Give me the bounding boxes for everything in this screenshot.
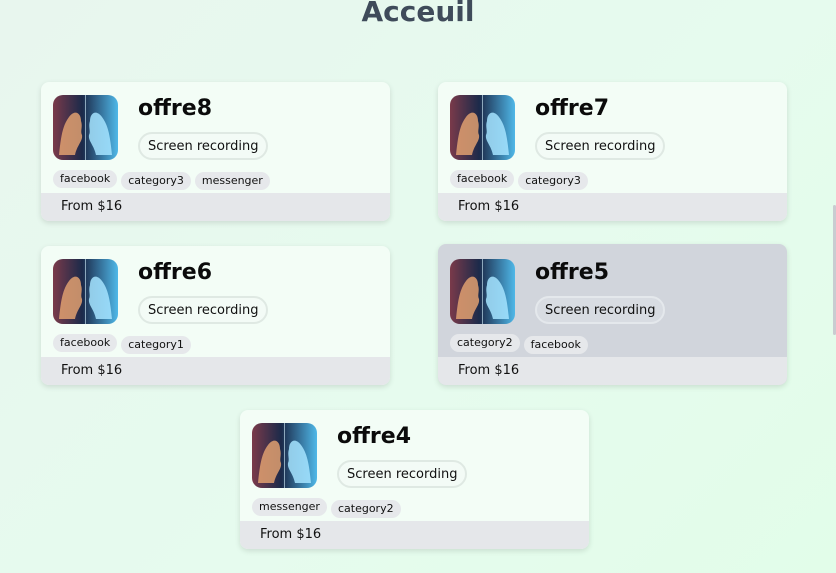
offer-title[interactable]: offre8 (138, 94, 212, 124)
tag[interactable]: facebook (53, 334, 118, 352)
tag-list: facebook category3 messenger (53, 170, 270, 190)
screen-recording-button[interactable]: Screen recording (535, 132, 666, 160)
offer-price: From $16 (240, 521, 589, 549)
faces-artwork-icon (53, 259, 118, 324)
offer-image[interactable] (53, 95, 118, 160)
tag[interactable]: category3 (121, 172, 191, 190)
screen-recording-button[interactable]: Screen recording (337, 460, 468, 488)
screen-recording-button[interactable]: Screen recording (138, 132, 269, 160)
offer-card-offre8[interactable]: offre8 Screen recording facebook categor… (41, 82, 390, 221)
offer-title[interactable]: offre5 (535, 258, 609, 288)
tag-list: facebook category3 (450, 170, 588, 190)
offer-price: From $16 (41, 357, 390, 385)
faces-artwork-icon (53, 95, 118, 160)
tag[interactable]: category3 (518, 172, 588, 190)
tag[interactable]: category2 (450, 334, 520, 352)
tag-list: messenger category2 (252, 498, 401, 518)
tag[interactable]: category2 (330, 500, 401, 518)
screen-recording-button[interactable]: Screen recording (535, 296, 666, 324)
offer-title[interactable]: offre6 (138, 258, 212, 288)
tag[interactable]: messenger (194, 172, 270, 190)
offer-price: From $16 (41, 193, 390, 221)
offer-price: From $16 (438, 193, 787, 221)
offer-card-offre4[interactable]: offre4 Screen recording messenger catego… (240, 410, 589, 549)
offer-image[interactable] (450, 95, 515, 160)
offer-price: From $16 (438, 357, 787, 385)
offer-card-offre7[interactable]: offre7 Screen recording facebook categor… (438, 82, 787, 221)
tag[interactable]: category1 (121, 336, 191, 354)
offer-title[interactable]: offre7 (535, 94, 609, 124)
screen-recording-button[interactable]: Screen recording (138, 296, 269, 324)
faces-artwork-icon (450, 95, 515, 160)
faces-artwork-icon (450, 259, 515, 324)
tag[interactable]: messenger (252, 498, 327, 516)
offer-image[interactable] (53, 259, 118, 324)
offer-card-offre6[interactable]: offre6 Screen recording facebook categor… (41, 246, 390, 385)
tag[interactable]: facebook (53, 170, 118, 188)
faces-artwork-icon (252, 423, 317, 488)
offer-card-offre5[interactable]: offre5 Screen recording category2 facebo… (438, 244, 787, 385)
tag-list: facebook category1 (53, 334, 191, 354)
page-title: Acceuil (361, 0, 475, 28)
offer-image[interactable] (252, 423, 317, 488)
tag[interactable]: facebook (450, 170, 515, 188)
offer-image[interactable] (450, 259, 515, 324)
offer-title[interactable]: offre4 (337, 422, 411, 452)
tag-list: category2 facebook (450, 334, 588, 354)
tag[interactable]: facebook (523, 336, 588, 354)
